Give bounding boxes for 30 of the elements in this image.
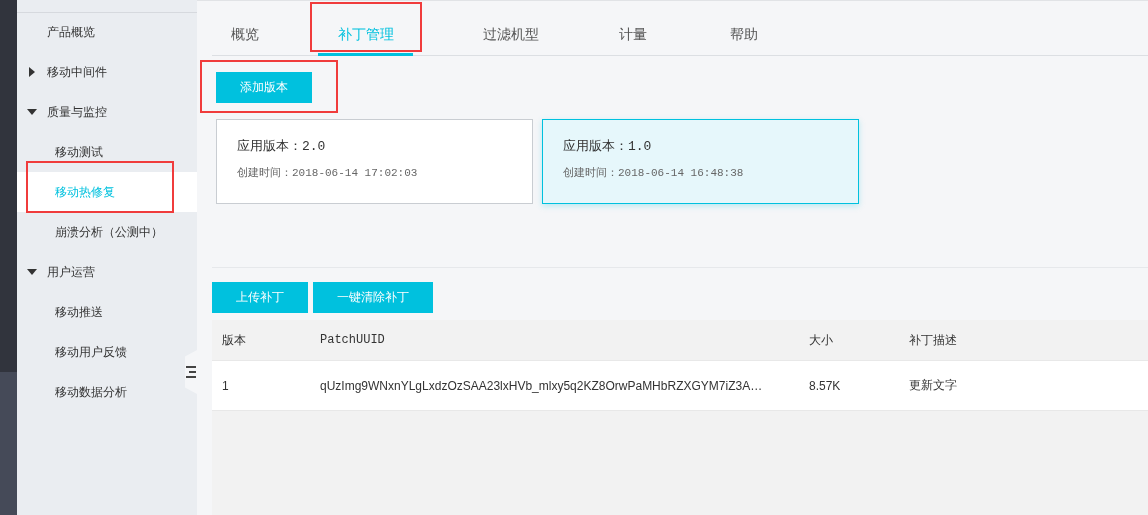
tab[interactable]: 概览 [212, 17, 278, 56]
sidebar-item[interactable]: 产品概览 [17, 12, 197, 52]
tab[interactable]: 计量 [593, 17, 673, 56]
collapse-handle[interactable] [185, 350, 197, 394]
column-header: 大小 [808, 331, 834, 349]
caret-down-icon [27, 267, 37, 277]
caret-down-icon [27, 107, 37, 117]
created-time: 创建时间：2018-06-14 16:48:38 [563, 166, 745, 180]
sidebar-group[interactable]: 质量与监控 [17, 92, 197, 132]
version-card[interactable]: 应用版本：1.0 创建时间：2018-06-14 16:48:38 [542, 119, 859, 204]
version-title: 应用版本：1.0 [563, 138, 653, 155]
created-time: 创建时间：2018-06-14 17:02:03 [237, 166, 419, 180]
caret-right-icon [27, 67, 37, 77]
sidebar-group[interactable]: 移动中间件 [17, 52, 197, 92]
table-cell-text: 8.57K [808, 378, 842, 393]
tab[interactable]: 过滤机型 [457, 17, 565, 56]
column-header: 版本 [221, 331, 247, 349]
table-cell-text: qUzImg9WNxnYLgLxdzOzSAA23lxHVb_mlxy5q2KZ8OrwPaMHbRZXGYM7iZ3A… [319, 378, 764, 393]
column-header: 补丁描述 [908, 331, 958, 349]
table-cell-text: 1 [221, 378, 230, 393]
sidebar-item[interactable]: 移动推送 [17, 292, 197, 332]
version-title: 应用版本：2.0 [237, 138, 327, 155]
column-header: PatchUUID [319, 333, 386, 347]
version-card[interactable]: 应用版本：2.0 创建时间：2018-06-14 17:02:03 [216, 119, 533, 204]
menu-icon [186, 366, 196, 378]
sidebar-item[interactable]: 崩溃分析（公测中） [17, 212, 197, 252]
table-cell-text: 更新文字 [908, 377, 958, 394]
tab[interactable]: 帮助 [709, 17, 779, 56]
sidebar-group[interactable]: 用户运营 [17, 252, 197, 292]
sidebar-item[interactable]: 移动测试 [17, 132, 197, 172]
